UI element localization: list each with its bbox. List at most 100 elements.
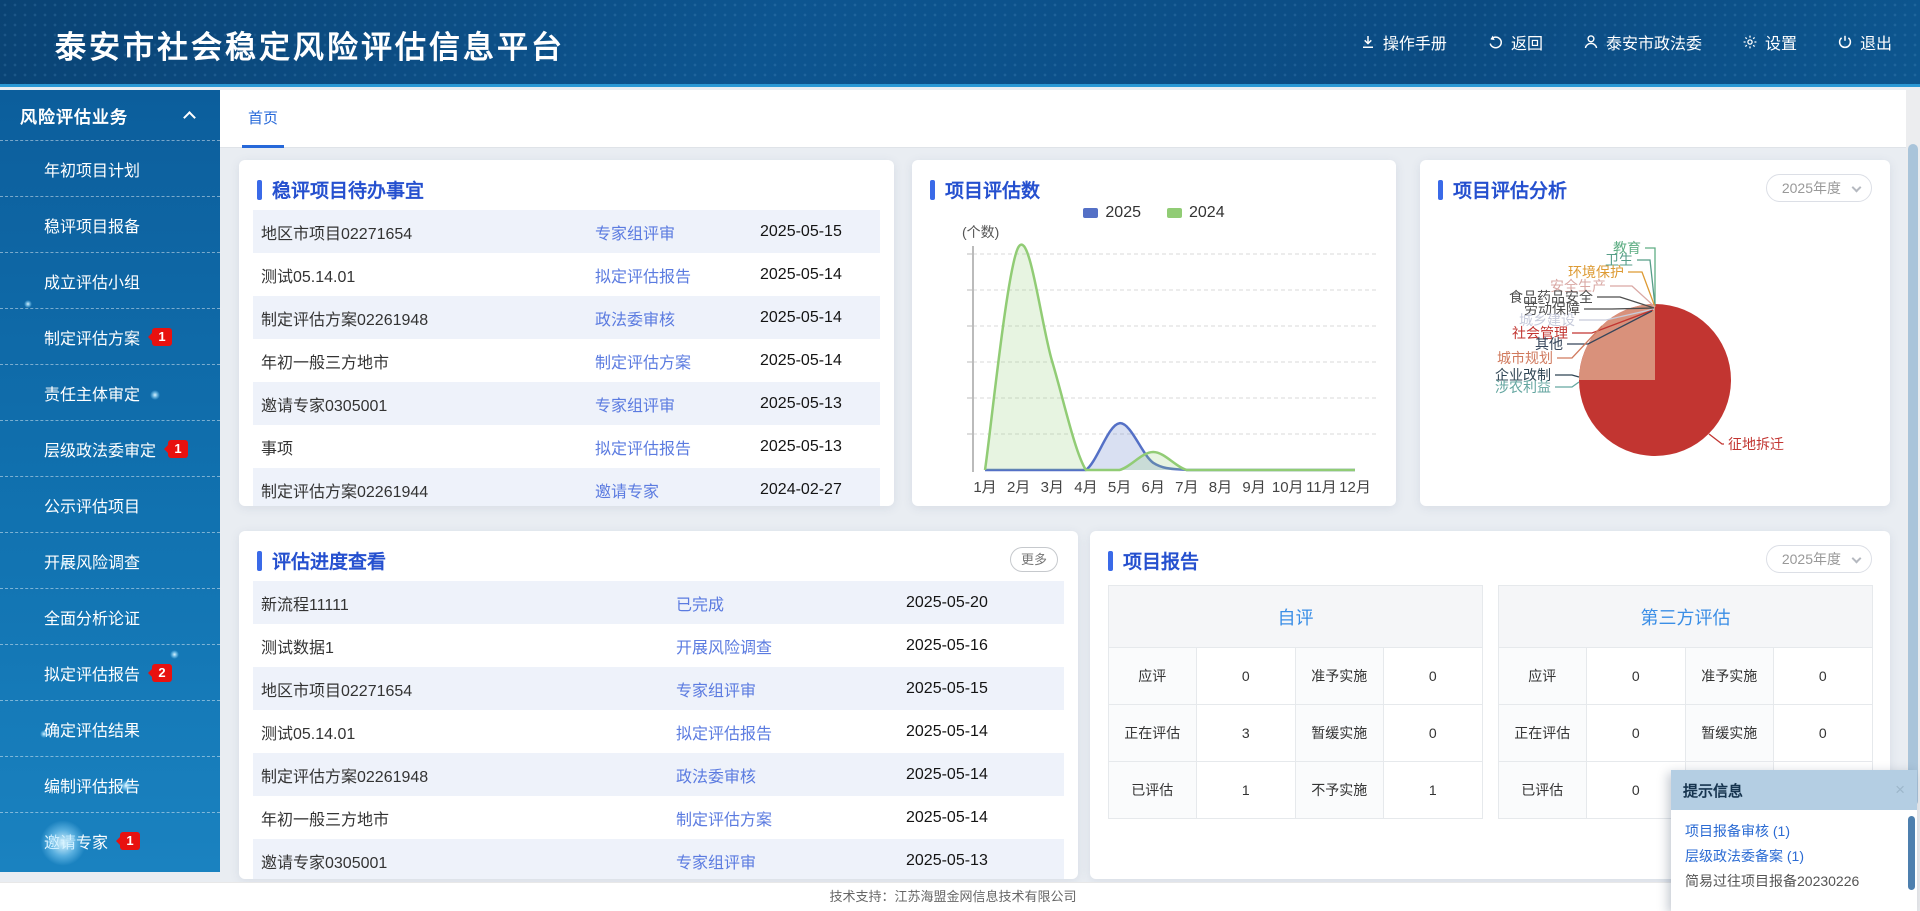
svg-text:征地拆迁: 征地拆迁: [1728, 436, 1784, 452]
header-menu-label: 泰安市政法委: [1606, 30, 1702, 54]
toast-link[interactable]: 层级政法委备案 (1): [1685, 844, 1901, 869]
sidebar-item-13[interactable]: 邀请专家1: [0, 812, 220, 868]
metric-label: 准予实施: [1295, 648, 1383, 705]
date: 2024-02-27: [760, 481, 872, 499]
toast-text: 简易过往项目报备20230226: [1685, 869, 1901, 894]
header-menu-manual[interactable]: 操作手册: [1360, 30, 1447, 54]
date: 2025-05-14: [760, 266, 872, 284]
action-link[interactable]: 邀请专家: [595, 478, 760, 502]
project-name: 邀请专家0305001: [261, 392, 595, 416]
sidebar-item-4[interactable]: 制定评估方案1: [0, 308, 220, 364]
sidebar-item-3[interactable]: 成立评估小组: [0, 252, 220, 308]
panel-progress-title: 评估进度查看: [257, 547, 386, 574]
header-menu-user[interactable]: 泰安市政法委: [1583, 30, 1702, 54]
page-scrollbar-thumb[interactable]: [1908, 144, 1918, 806]
action-link[interactable]: 专家组评审: [595, 392, 760, 416]
toast-body: 项目报备审核 (1)层级政法委备案 (1)简易过往项目报备20230226: [1671, 810, 1917, 894]
metric-value: 1: [1383, 762, 1482, 819]
sidebar-group-risk-assessment[interactable]: 风险评估业务: [0, 90, 220, 140]
svg-text:涉农利益: 涉农利益: [1495, 379, 1551, 395]
toast-header: 提示信息 ×: [1671, 770, 1917, 810]
sidebar-item-11[interactable]: 确定评估结果: [0, 700, 220, 756]
table-row: 制定评估方案02261944邀请专家2024-02-27: [253, 468, 880, 506]
sidebar-item-label: 拟定评估报告: [44, 661, 140, 685]
table-row: 新流程11111已完成2025-05-20: [253, 581, 1064, 624]
table-row: 测试05.14.01拟定评估报告2025-05-14: [253, 710, 1064, 753]
header-menu-label: 设置: [1765, 30, 1797, 54]
sidebar-item-10[interactable]: 拟定评估报告2: [0, 644, 220, 700]
date: 2025-05-14: [906, 809, 1056, 827]
action-link[interactable]: 政法委审核: [595, 306, 760, 330]
svg-text:8月: 8月: [1209, 479, 1232, 496]
svg-text:11月: 11月: [1306, 479, 1337, 496]
user-icon: [1583, 34, 1599, 50]
toast-scrollbar-thumb[interactable]: [1908, 816, 1915, 890]
sidebar-item-12[interactable]: 编制评估报告: [0, 756, 220, 812]
todo-list: 地区市项目02271654专家组评审2025-05-15测试05.14.01拟定…: [253, 210, 880, 506]
metric-label: 暂缓实施: [1295, 705, 1383, 762]
main-content: 首页 稳评项目待办事宜 地区市项目02271654专家组评审2025-05-15…: [220, 90, 1906, 882]
metric-label: 正在评估: [1109, 705, 1197, 762]
sidebar-item-label: 确定评估结果: [44, 717, 140, 741]
svg-text:12月: 12月: [1339, 479, 1371, 496]
header-menu-label: 返回: [1511, 30, 1543, 54]
header-menu-back[interactable]: 返回: [1487, 30, 1543, 54]
date: 2025-05-14: [760, 352, 872, 370]
svg-text:4月: 4月: [1074, 479, 1097, 496]
metric-label: 不予实施: [1295, 762, 1383, 819]
title-accent-bar: [257, 551, 262, 571]
sidebar-item-8[interactable]: 开展风险调查: [0, 532, 220, 588]
sidebar-item-7[interactable]: 公示评估项目: [0, 476, 220, 532]
metric-label: 正在评估: [1499, 705, 1587, 762]
action-link[interactable]: 拟定评估报告: [595, 263, 760, 287]
sidebar-item-9[interactable]: 全面分析论证: [0, 588, 220, 644]
header-menu-settings[interactable]: 设置: [1742, 30, 1797, 54]
table-row: 制定评估方案02261948政法委审核2025-05-14: [253, 296, 880, 339]
action-link[interactable]: 政法委审核: [676, 763, 906, 787]
header-menu-label: 操作手册: [1383, 30, 1447, 54]
toast-link[interactable]: 项目报备审核 (1): [1685, 819, 1901, 844]
notification-badge: 1: [152, 328, 172, 346]
sidebar-item-5[interactable]: 责任主体审定: [0, 364, 220, 420]
metric-value: 0: [1586, 705, 1685, 762]
action-link[interactable]: 拟定评估报告: [595, 435, 760, 459]
table-row: 已评估1不予实施1: [1109, 762, 1483, 819]
table-row: 年初一般三方地市制定评估方案2025-05-14: [253, 339, 880, 382]
report-table-self: 自评应评0准予实施0正在评估3暂缓实施0已评估1不予实施1: [1108, 585, 1483, 819]
table-row: 测试数据1开展风险调查2025-05-16: [253, 624, 1064, 667]
close-icon[interactable]: ×: [1895, 780, 1905, 800]
sidebar-item-6[interactable]: 层级政法委审定1: [0, 420, 220, 476]
metric-value: 0: [1383, 648, 1482, 705]
action-link[interactable]: 已完成: [676, 591, 906, 615]
power-icon: [1837, 34, 1853, 50]
header-menu-logout[interactable]: 退出: [1837, 30, 1892, 54]
chevron-down-icon: [1852, 554, 1862, 564]
sidebar-item-1[interactable]: 年初项目计划: [0, 140, 220, 196]
action-link[interactable]: 专家组评审: [595, 220, 760, 244]
pie-chart: 教育卫生环境保护安全生产食品药品安全劳动保障城乡建设社会管理其他城市规划企业改制…: [1420, 160, 1890, 506]
metric-value: 0: [1586, 648, 1685, 705]
action-link[interactable]: 专家组评审: [676, 849, 906, 873]
action-link[interactable]: 制定评估方案: [595, 349, 760, 373]
date: 2025-05-13: [760, 438, 872, 456]
app-window: 泰安市社会稳定风险评估信息平台 操作手册返回泰安市政法委设置退出 风险评估业务 …: [0, 0, 1920, 911]
action-link[interactable]: 拟定评估报告: [676, 720, 906, 744]
date: 2025-05-14: [906, 766, 1056, 784]
sidebar: 风险评估业务 年初项目计划稳评项目报备成立评估小组制定评估方案1责任主体审定层级…: [0, 90, 220, 872]
panel-todo: 稳评项目待办事宜 地区市项目02271654专家组评审2025-05-15测试0…: [239, 160, 894, 506]
date: 2025-05-14: [760, 309, 872, 327]
metric-value: 0: [1383, 705, 1482, 762]
svg-text:1月: 1月: [973, 479, 996, 496]
action-link[interactable]: 专家组评审: [676, 677, 906, 701]
action-link[interactable]: 开展风险调查: [676, 634, 906, 658]
header: 泰安市社会稳定风险评估信息平台 操作手册返回泰安市政法委设置退出: [0, 0, 1920, 87]
tab-home[interactable]: 首页: [242, 90, 284, 148]
table-row: 应评0准予实施0: [1109, 648, 1483, 705]
year-filter-select[interactable]: 2025年度: [1766, 545, 1872, 573]
sidebar-item-2[interactable]: 稳评项目报备: [0, 196, 220, 252]
header-menu-label: 退出: [1860, 30, 1892, 54]
more-button[interactable]: 更多: [1010, 547, 1058, 572]
metric-label: 应评: [1499, 648, 1587, 705]
date: 2025-05-13: [906, 852, 1056, 870]
action-link[interactable]: 制定评估方案: [676, 806, 906, 830]
